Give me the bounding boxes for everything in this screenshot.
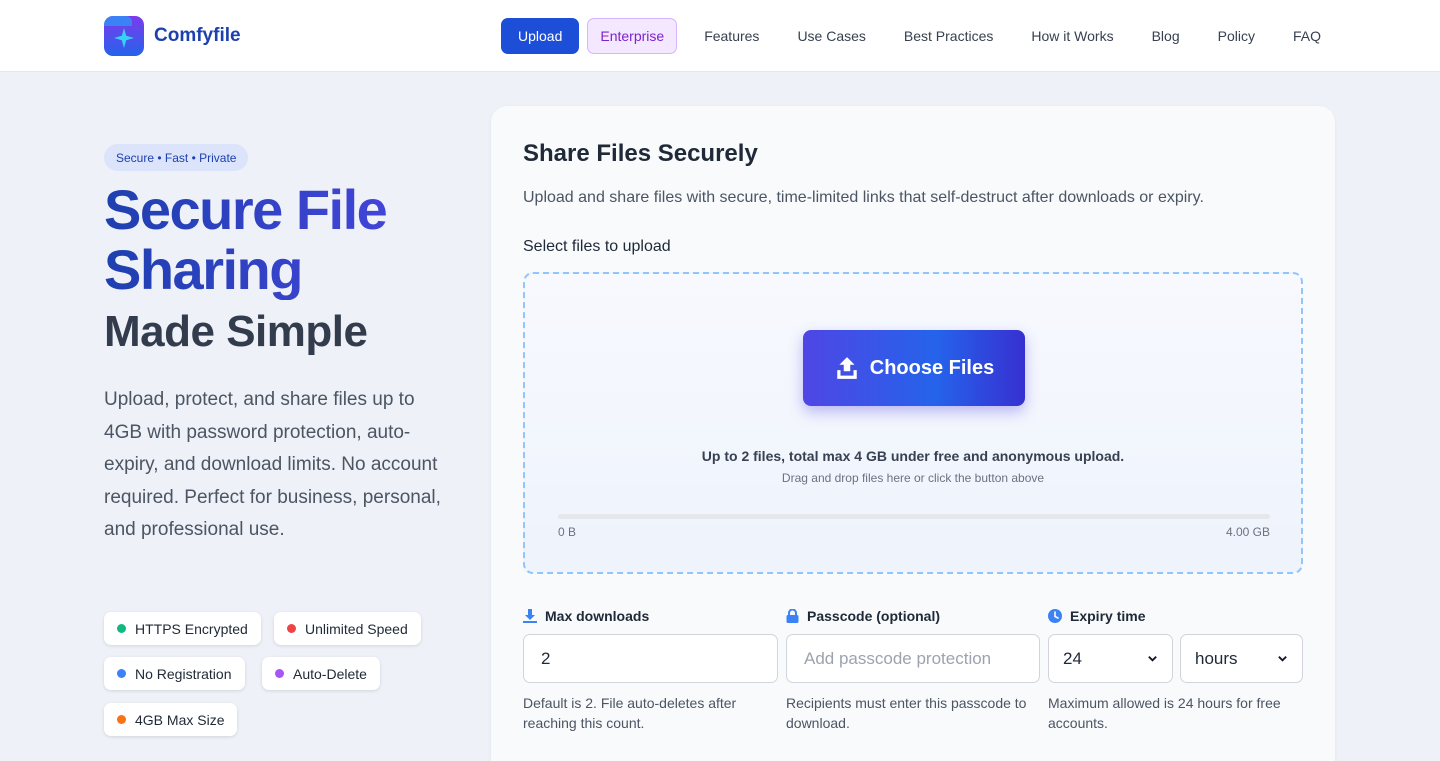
- max-downloads-input[interactable]: [523, 634, 778, 683]
- progress-min-label: 0 B: [558, 525, 577, 539]
- expiry-label: Expiry time: [1048, 608, 1145, 624]
- nav-upload-button[interactable]: Upload: [501, 18, 580, 54]
- expiry-unit-select[interactable]: hours: [1180, 634, 1303, 683]
- hero-title-line2: Sharing: [104, 240, 484, 300]
- feature-label: Unlimited Speed: [305, 620, 408, 637]
- passcode-input[interactable]: [786, 634, 1040, 683]
- nav-link-use-cases[interactable]: Use Cases: [782, 18, 880, 54]
- passcode-label-text: Passcode (optional): [807, 608, 941, 624]
- upload-limit-text: Up to 2 files, total max 4 GB under free…: [701, 448, 1125, 464]
- expiry-value: 24: [1063, 648, 1082, 668]
- max-downloads-label: Max downloads: [523, 608, 649, 624]
- upload-icon: [837, 357, 857, 379]
- feature-chip-https: HTTPS Encrypted: [104, 612, 261, 645]
- status-dot-icon: [117, 669, 126, 678]
- nav-enterprise-button[interactable]: Enterprise: [587, 18, 678, 54]
- file-dropzone[interactable]: Choose Files Up to 2 files, total max 4 …: [523, 272, 1303, 574]
- chevron-down-icon: [1148, 656, 1157, 662]
- main-nav: Upload Enterprise Features Use Cases Bes…: [501, 18, 1336, 54]
- download-icon: [523, 609, 537, 623]
- feature-label: Auto-Delete: [293, 665, 367, 682]
- nav-link-how-it-works[interactable]: How it Works: [1016, 18, 1128, 54]
- passcode-help: Recipients must enter this passcode to d…: [786, 695, 1027, 731]
- hero-title-line3: Made Simple: [104, 307, 368, 356]
- expiry-label-text: Expiry time: [1070, 608, 1146, 624]
- passcode-label: Passcode (optional): [786, 608, 940, 624]
- expiry-value-select[interactable]: 24: [1048, 634, 1173, 683]
- logo-icon: [104, 16, 144, 56]
- site-header: Comfyfile Upload Enterprise Features Use…: [0, 0, 1440, 72]
- feature-chip-speed: Unlimited Speed: [274, 612, 421, 645]
- max-downloads-label-text: Max downloads: [545, 608, 650, 624]
- lock-icon: [786, 609, 799, 623]
- nav-link-faq[interactable]: FAQ: [1278, 18, 1336, 54]
- brand-logo[interactable]: Comfyfile: [104, 16, 241, 56]
- nav-link-best-practices[interactable]: Best Practices: [889, 18, 1008, 54]
- chevron-down-icon: [1278, 656, 1287, 662]
- hero-badge: Secure • Fast • Private: [104, 144, 249, 171]
- card-subtitle: Upload and share files with secure, time…: [523, 189, 1204, 206]
- storage-progress-bar: [558, 514, 1270, 519]
- feature-chip-max-size: 4GB Max Size: [104, 703, 238, 736]
- max-downloads-help: Default is 2. File auto-deletes after re…: [523, 695, 737, 731]
- nav-link-blog[interactable]: Blog: [1137, 18, 1195, 54]
- progress-max-label: 4.00 GB: [1225, 525, 1270, 539]
- nav-link-features[interactable]: Features: [689, 18, 774, 54]
- hero-title: Secure File Sharing Made Simple: [104, 180, 484, 362]
- clock-icon: [1048, 609, 1062, 623]
- select-files-label: Select files to upload: [523, 238, 671, 255]
- status-dot-icon: [287, 624, 296, 633]
- expiry-help: Maximum allowed is 24 hours for free acc…: [1048, 695, 1281, 731]
- expiry-unit: hours: [1195, 648, 1238, 668]
- hero-title-line1: Secure File: [104, 180, 484, 240]
- hero-description: Upload, protect, and share files up to 4…: [104, 389, 441, 540]
- feature-chip-auto-delete: Auto-Delete: [262, 657, 380, 690]
- brand-name: Comfyfile: [154, 25, 241, 46]
- choose-files-button[interactable]: Choose Files: [803, 330, 1025, 406]
- feature-label: No Registration: [135, 665, 232, 682]
- feature-label: 4GB Max Size: [135, 711, 225, 728]
- upload-card: Share Files Securely Upload and share fi…: [491, 106, 1335, 761]
- choose-files-label: Choose Files: [869, 356, 995, 379]
- status-dot-icon: [117, 624, 126, 633]
- feature-label: HTTPS Encrypted: [135, 620, 248, 637]
- feature-chip-registration: No Registration: [104, 657, 245, 690]
- status-dot-icon: [117, 715, 126, 724]
- drag-drop-hint: Drag and drop files here or click the bu…: [781, 471, 1045, 485]
- nav-link-policy[interactable]: Policy: [1203, 18, 1270, 54]
- status-dot-icon: [275, 669, 284, 678]
- card-title: Share Files Securely: [523, 140, 758, 167]
